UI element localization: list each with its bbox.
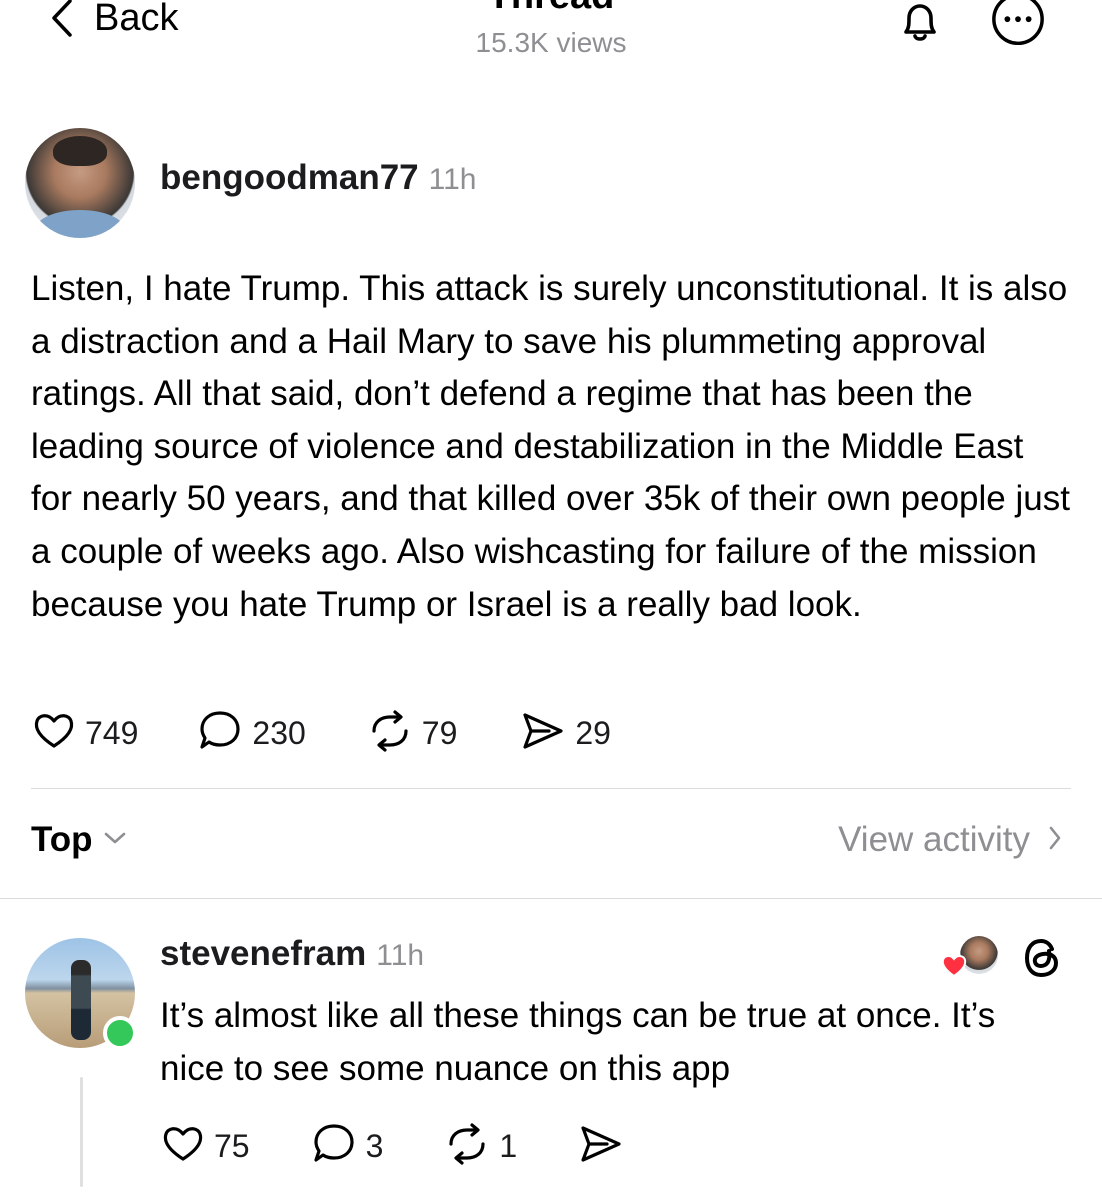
heart-icon: [31, 708, 77, 759]
like-button[interactable]: 75: [160, 1121, 250, 1172]
heart-icon: [160, 1121, 206, 1172]
like-count: 749: [85, 715, 139, 751]
view-activity-label: View activity: [838, 820, 1030, 859]
avatar-hair: [53, 136, 107, 166]
chevron-right-icon: [1048, 825, 1062, 856]
comment-count: 3: [365, 1128, 384, 1164]
repost-button[interactable]: 1: [443, 1120, 517, 1173]
send-icon: [577, 1120, 625, 1173]
repost-button[interactable]: 79: [366, 707, 458, 760]
share-button[interactable]: 29: [519, 707, 611, 760]
like-count: 75: [214, 1128, 250, 1164]
heart-icon: [940, 952, 968, 983]
reply-username[interactable]: stevenefram: [160, 934, 366, 974]
nav-bar: Back Thread 15.3K views: [0, 0, 1102, 80]
like-button[interactable]: 749: [31, 708, 138, 759]
comment-icon: [196, 707, 244, 760]
avatar[interactable]: [25, 128, 135, 238]
repost-count: 1: [499, 1128, 518, 1164]
divider: [31, 788, 1071, 789]
sort-dropdown[interactable]: Top: [31, 820, 127, 860]
repost-icon: [443, 1120, 491, 1173]
comment-button[interactable]: 230: [196, 707, 306, 760]
repost-count: 79: [421, 715, 458, 751]
online-status-dot: [103, 1016, 137, 1050]
post-username[interactable]: bengoodman77: [160, 158, 419, 198]
liked-by-author-badge: [940, 934, 1010, 978]
post-text: Listen, I hate Trump. This attack is sur…: [31, 269, 1070, 624]
send-icon: [519, 707, 567, 760]
comment-icon: [310, 1120, 358, 1173]
thread-line: [80, 1077, 83, 1187]
reply-header: stevenefram 11h: [160, 934, 424, 974]
reply-text: It’s almost like all these things can be…: [160, 996, 996, 1088]
bell-icon[interactable]: [892, 0, 948, 52]
chevron-down-icon: [103, 830, 127, 851]
post-header: bengoodman77 11h: [160, 158, 476, 198]
share-count: 29: [575, 715, 611, 751]
thread-screen: Back Thread 15.3K views bengoodman77 11h…: [0, 0, 1102, 1200]
comment-button[interactable]: 3: [310, 1120, 384, 1173]
comment-count: 230: [252, 715, 306, 751]
post-actions: 749 230 79 29: [31, 707, 611, 760]
view-activity-link[interactable]: View activity: [838, 820, 1062, 860]
post-time: 11h: [428, 163, 477, 196]
more-icon[interactable]: [990, 0, 1046, 52]
reply-time: 11h: [376, 939, 425, 972]
threads-logo-icon: [1020, 934, 1064, 982]
repost-icon: [366, 707, 414, 760]
sort-label: Top: [31, 820, 93, 859]
divider: [0, 898, 1102, 899]
reply-actions: 75 3 1: [160, 1120, 625, 1173]
avatar-shirt: [35, 210, 125, 238]
share-button[interactable]: [577, 1120, 625, 1173]
avatar-figure: [71, 960, 91, 1040]
